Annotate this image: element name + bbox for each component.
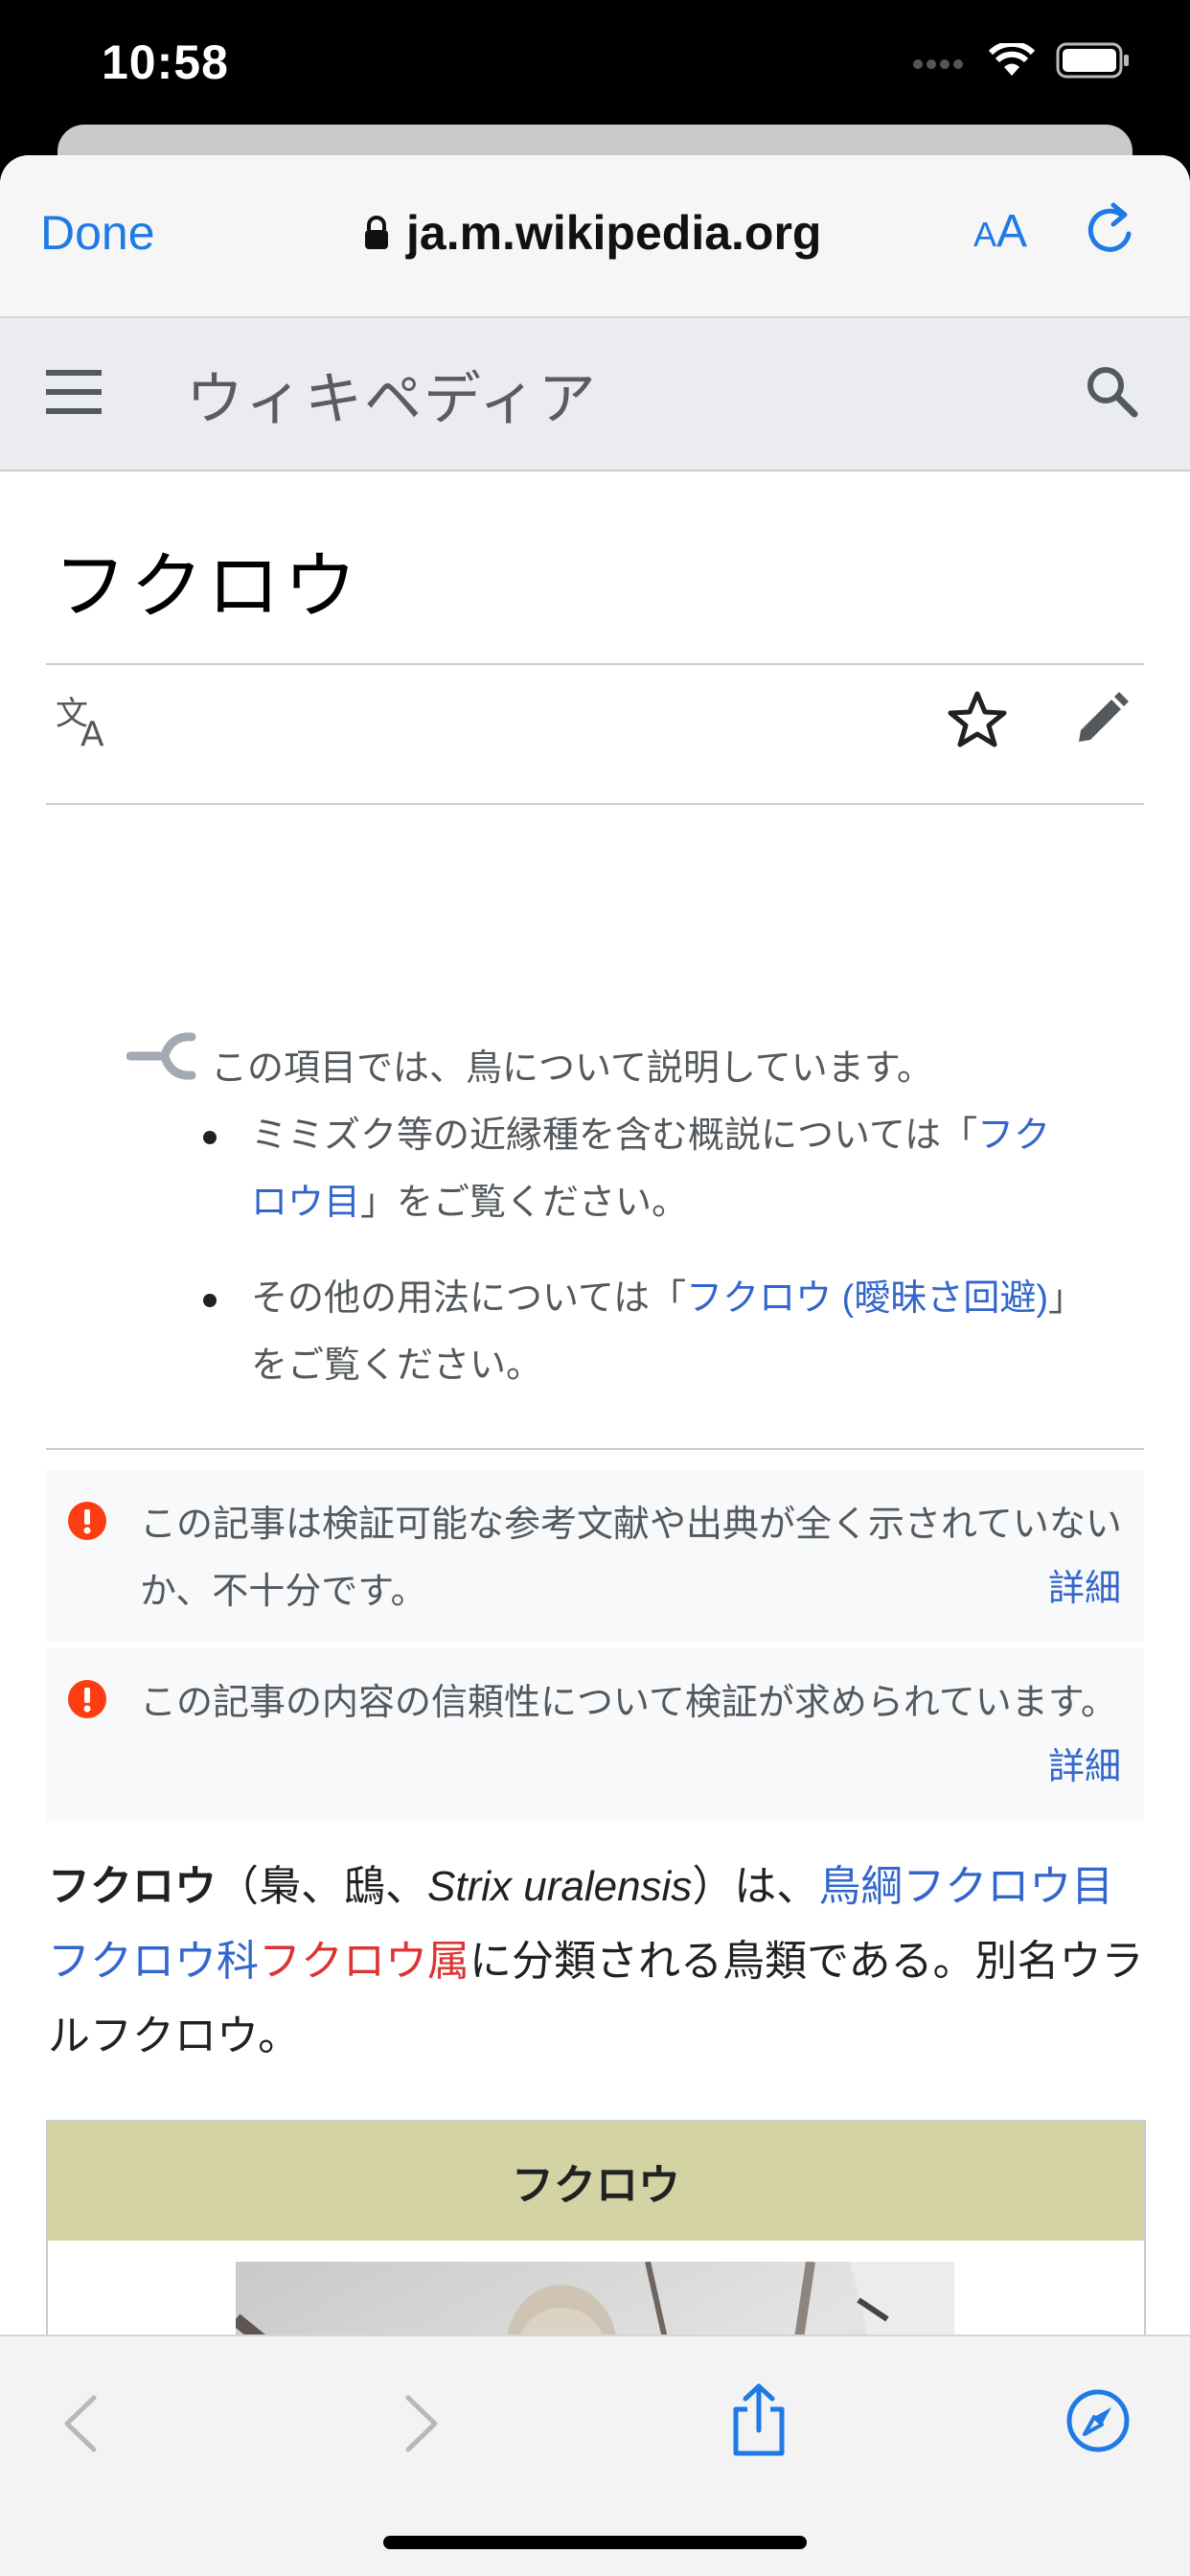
lead-term: フクロウ <box>48 1863 217 1910</box>
issue-notice[interactable]: この記事は検証可能な参考文献や出典が全く示されていないか、不十分です。 詳細 <box>46 1470 1144 1643</box>
done-button[interactable]: Done <box>40 205 155 261</box>
hatnote: この項目では、鳥について説明しています。 ミミズク等の近縁種を含む概説については… <box>203 1035 1073 1399</box>
link-strigidae[interactable]: フクロウ科 <box>48 1938 259 1985</box>
wikipedia-logo[interactable]: ウィキペディア <box>186 353 598 436</box>
divider <box>46 1448 1144 1450</box>
lead-text: ）は、 <box>692 1863 819 1910</box>
infobox-title: フクロウ <box>48 2122 1144 2241</box>
wifi-icon <box>989 43 1035 76</box>
hamburger-menu-icon[interactable] <box>46 368 102 416</box>
warning-icon <box>68 1680 106 1718</box>
lock-icon <box>365 216 388 249</box>
status-icons <box>912 42 1131 79</box>
hatnote-list: ミミズク等の近縁種を含む概説については「フクロウ目」をご覧ください。 その他の用… <box>203 1102 1073 1399</box>
warning-icon <box>68 1502 106 1540</box>
safari-top-bar: Done ja.m.wikipedia.org AA <box>0 155 1190 318</box>
edit-pencil-icon[interactable] <box>1073 690 1131 748</box>
hatnote-text: 」をご覧ください。 <box>360 1183 689 1223</box>
link-strigiformes[interactable]: フクロウ目 <box>903 1863 1113 1910</box>
status-time: 10:58 <box>102 35 229 89</box>
back-chevron-icon[interactable] <box>61 2394 100 2453</box>
lead-paragraph: フクロウ（梟、鴟、Strix uralensis）は、鳥綱フクロウ目フクロウ科フ… <box>48 1850 1150 2074</box>
url-text: ja.m.wikipedia.org <box>406 206 822 260</box>
link-disambiguation[interactable]: フクロウ (曖昧さ回避) <box>686 1278 1048 1319</box>
page-actions-bar: 文 A <box>46 665 1144 780</box>
address-bar[interactable]: ja.m.wikipedia.org <box>364 205 821 261</box>
hatnote-item: その他の用法については「フクロウ (曖昧さ回避)」をご覧ください。 <box>203 1265 1073 1399</box>
disambiguation-icon <box>126 1032 196 1080</box>
issue-details-link[interactable]: 詳細 <box>1048 1736 1121 1789</box>
home-indicator[interactable] <box>383 2536 807 2549</box>
battery-icon <box>1056 42 1129 79</box>
text-size-big-a: A <box>996 206 1028 257</box>
link-strix-redlink[interactable]: フクロウ属 <box>259 1938 469 1985</box>
hatnote-item: ミミズク等の近縁種を含む概説については「フクロウ目」をご覧ください。 <box>203 1102 1073 1236</box>
lead-text: （梟、鴟、 <box>217 1863 427 1910</box>
search-icon[interactable] <box>1085 364 1138 418</box>
issue-details-link[interactable]: 詳細 <box>1048 1558 1121 1611</box>
share-icon[interactable] <box>728 2382 790 2457</box>
language-icon[interactable]: 文 A <box>56 692 117 749</box>
forward-chevron-icon[interactable] <box>402 2394 441 2453</box>
text-size-small-a: A <box>973 215 997 254</box>
status-bar: 10:58 <box>0 0 1190 126</box>
compass-icon[interactable] <box>1065 2388 1131 2453</box>
text-size-button[interactable]: AA <box>973 205 1027 258</box>
scientific-name: Strix uralensis <box>427 1863 693 1910</box>
hatnote-intro: この項目では、鳥について説明しています。 <box>211 1048 933 1089</box>
hatnote-text: ミミズク等の近縁種を含む概説については「 <box>251 1116 978 1156</box>
issue-text: この記事の内容の信頼性について検証が求められています。 <box>140 1683 1117 1723</box>
issue-text: この記事は検証可能な参考文献や出典が全く示されていないか、不十分です。 <box>140 1505 1122 1612</box>
wikipedia-header: ウィキペディア <box>0 318 1190 472</box>
reload-icon[interactable] <box>1085 201 1138 259</box>
browser-sheet: Done ja.m.wikipedia.org AA ウィキペディア フクロウ <box>0 155 1190 2576</box>
link-aves[interactable]: 鳥綱 <box>818 1863 903 1910</box>
cellular-signal-icon <box>913 59 963 69</box>
svg-text:A: A <box>80 715 104 749</box>
watch-star-icon[interactable] <box>947 690 1008 749</box>
issue-notice[interactable]: この記事の内容の信頼性について検証が求められています。 詳細 <box>46 1648 1144 1821</box>
divider <box>46 803 1144 805</box>
hatnote-text: その他の用法については「 <box>251 1278 687 1319</box>
page-title: フクロウ <box>54 543 360 629</box>
